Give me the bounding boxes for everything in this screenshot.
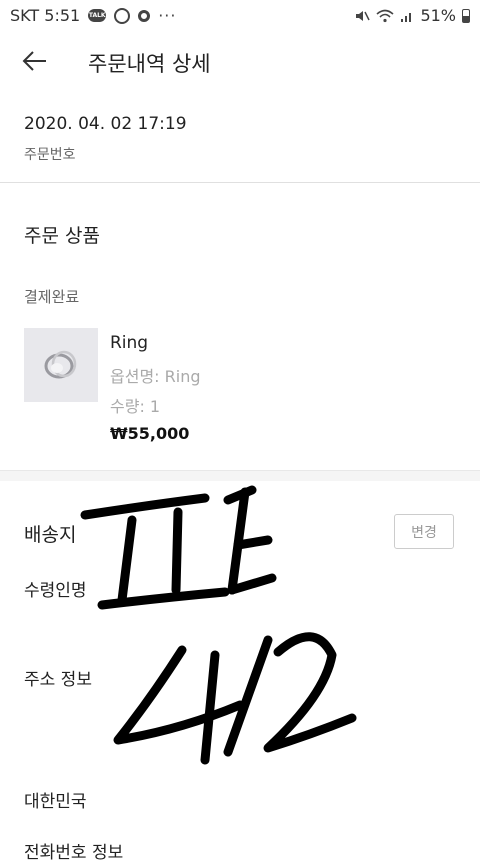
- shipping-section-title: 배송지: [24, 524, 77, 546]
- change-address-button[interactable]: 변경: [394, 514, 454, 549]
- product-quantity: 수량: 1: [110, 397, 161, 416]
- divider: [0, 182, 480, 183]
- product-price: ₩55,000: [110, 424, 190, 443]
- more-notifications-icon: ···: [158, 6, 177, 25]
- battery-percent: 51%: [420, 6, 456, 25]
- notification-app-icon: [114, 7, 131, 24]
- product-name[interactable]: Ring: [110, 333, 148, 353]
- page-title: 주문내역 상세: [88, 52, 211, 76]
- wifi-icon: [376, 9, 394, 22]
- back-button[interactable]: [20, 46, 50, 76]
- address-label: 주소 정보: [24, 670, 92, 690]
- phone-label: 전화번호 정보: [24, 843, 124, 863]
- signal-icon: [401, 12, 412, 22]
- notification-dot-icon: [138, 9, 151, 22]
- country-label: 대한민국: [24, 792, 87, 812]
- products-section-title: 주문 상품: [24, 225, 100, 247]
- recipient-label: 수령인명: [24, 581, 87, 601]
- payment-status: 결제완료: [24, 288, 80, 306]
- product-option: 옵션명: Ring: [110, 367, 201, 386]
- order-date: 2020. 04. 02 17:19: [24, 114, 187, 134]
- product-thumbnail[interactable]: [24, 328, 98, 402]
- arrow-left-icon: [22, 51, 46, 71]
- kakaotalk-icon: TALK: [88, 9, 107, 22]
- battery-icon: [462, 8, 470, 23]
- order-number-label: 주문번호: [24, 147, 76, 163]
- ring-product-image: [44, 350, 77, 379]
- mute-icon: [356, 10, 371, 21]
- carrier-time: SKT 5:51: [10, 6, 81, 25]
- section-divider: [0, 470, 480, 481]
- status-bar: SKT 5:51 TALK ··· 51%: [0, 0, 480, 32]
- page-header: 주문내역 상세: [0, 40, 480, 84]
